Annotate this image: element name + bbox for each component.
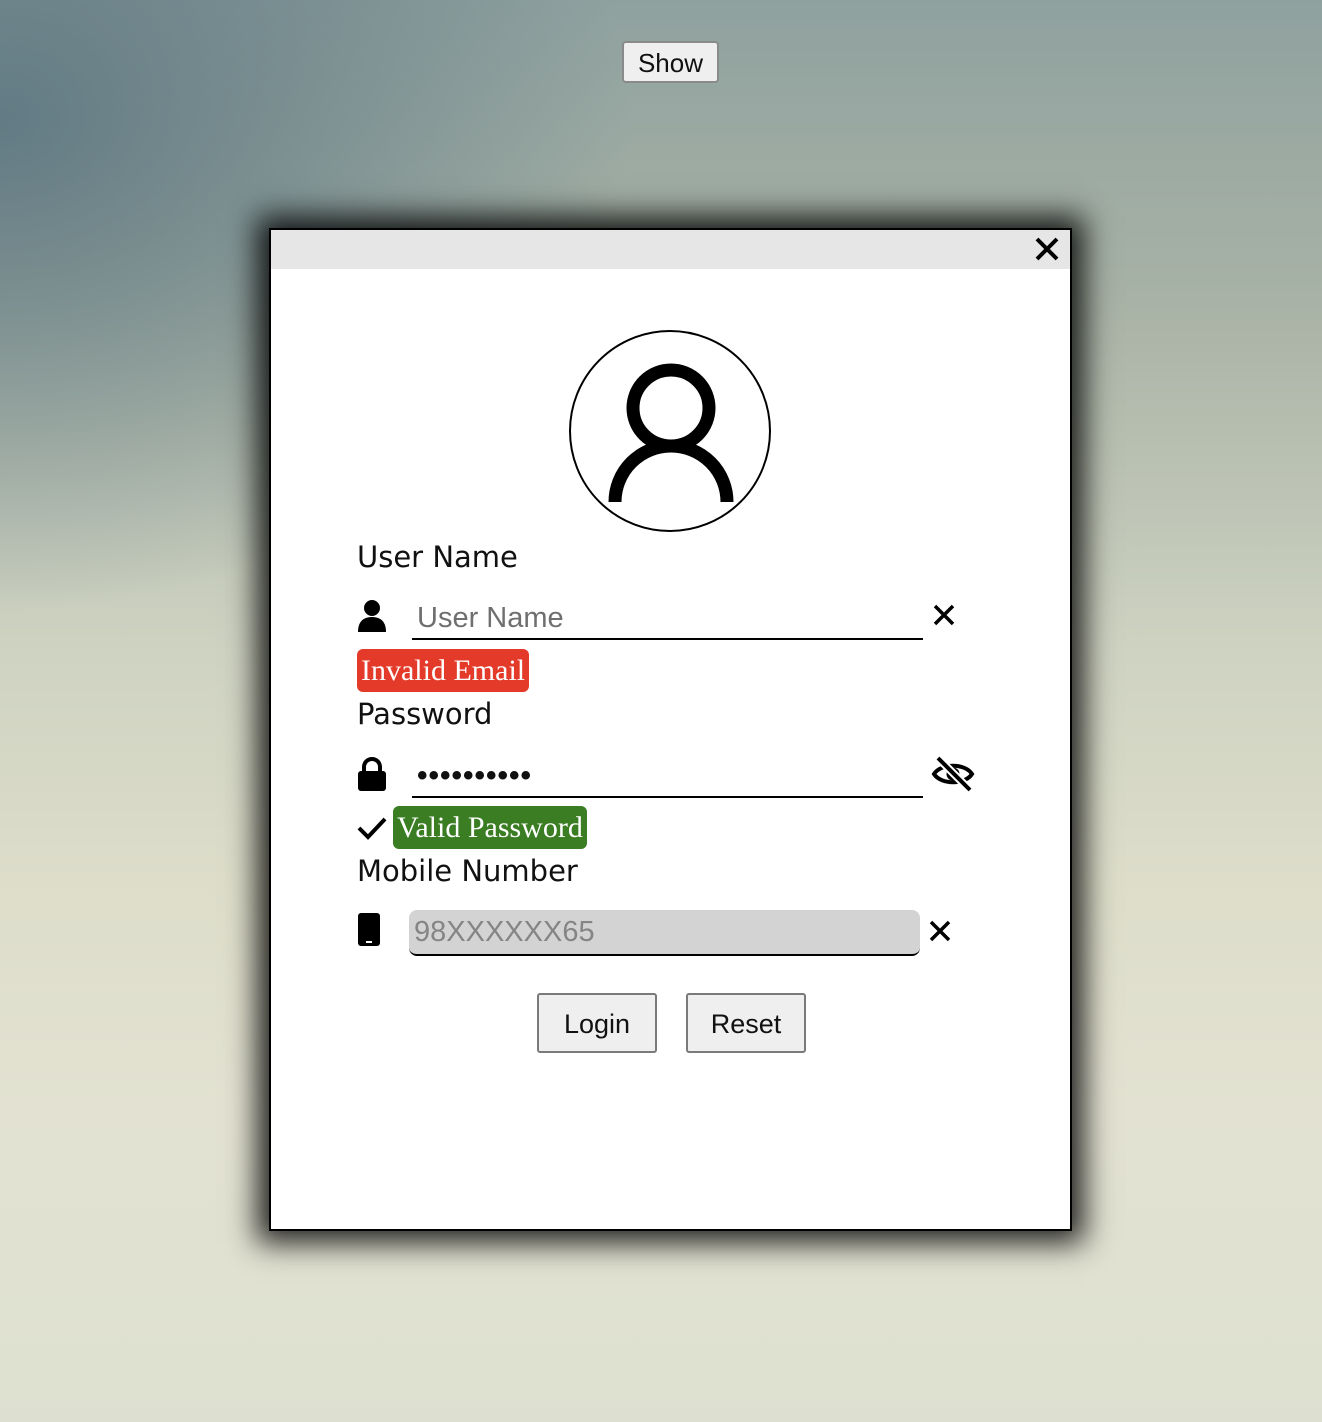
password-input[interactable] — [412, 756, 923, 798]
mobile-input[interactable] — [409, 910, 920, 956]
lock-icon — [357, 757, 387, 795]
login-button[interactable]: Login — [537, 993, 657, 1053]
login-modal: User Name Invalid Email Password V — [269, 228, 1072, 1231]
mobile-label: Mobile Number — [357, 854, 578, 888]
username-error-badge: Invalid Email — [357, 649, 530, 692]
mobile-phone-icon — [357, 913, 381, 951]
reset-button[interactable]: Reset — [686, 993, 806, 1053]
close-icon[interactable] — [1030, 232, 1064, 266]
mobile-clear-icon[interactable] — [927, 918, 953, 948]
eye-slash-icon[interactable] — [931, 755, 975, 797]
user-circle-icon — [569, 330, 771, 532]
modal-header — [271, 230, 1070, 269]
check-icon — [357, 814, 387, 846]
username-label: User Name — [357, 540, 518, 574]
show-button[interactable]: Show — [622, 41, 719, 83]
password-success-badge: Valid Password — [393, 806, 587, 849]
password-label: Password — [357, 697, 493, 731]
username-input[interactable] — [412, 598, 923, 640]
username-clear-icon[interactable] — [931, 602, 957, 632]
user-icon — [357, 599, 387, 637]
